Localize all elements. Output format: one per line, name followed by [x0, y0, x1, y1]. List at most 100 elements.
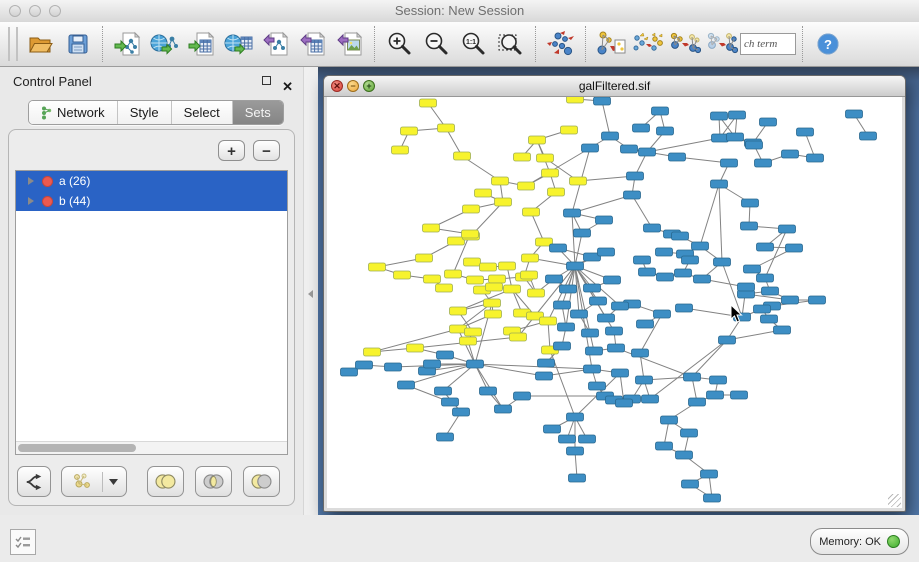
graph-node-blue[interactable] — [774, 326, 791, 334]
graph-node-blue[interactable] — [786, 244, 803, 252]
set-row[interactable]: b (44) — [16, 191, 287, 211]
graph-node-yellow[interactable] — [454, 152, 471, 160]
expander-icon[interactable] — [28, 197, 34, 205]
graph-node-blue[interactable] — [538, 359, 555, 367]
close-panel-icon[interactable]: ✕ — [282, 72, 293, 101]
graph-node-blue[interactable] — [480, 387, 497, 395]
graph-node-blue[interactable] — [676, 451, 693, 459]
graph-node-blue[interactable] — [467, 360, 484, 368]
graph-node-blue[interactable] — [554, 342, 571, 350]
graph-node-yellow[interactable] — [420, 99, 437, 107]
graph-node-yellow[interactable] — [486, 283, 503, 291]
graph-node-yellow[interactable] — [504, 285, 521, 293]
graph-node-blue[interactable] — [602, 132, 619, 140]
new-network-from-selection-button[interactable] — [592, 24, 629, 64]
graph-node-blue[interactable] — [559, 435, 576, 443]
graph-node-yellow[interactable] — [529, 136, 546, 144]
graph-node-yellow[interactable] — [416, 254, 433, 262]
graph-node-blue[interactable] — [567, 413, 584, 421]
graph-node-blue[interactable] — [689, 398, 706, 406]
frame-minimize-icon[interactable]: − — [347, 80, 359, 92]
tab-style[interactable]: Style — [118, 101, 172, 124]
graph-node-blue[interactable] — [633, 124, 650, 132]
graph-node-blue[interactable] — [560, 285, 577, 293]
graph-node-blue[interactable] — [746, 141, 763, 149]
graph-node-yellow[interactable] — [463, 205, 480, 213]
graph-node-blue[interactable] — [495, 405, 512, 413]
graph-node-blue[interactable] — [742, 199, 759, 207]
graph-node-blue[interactable] — [757, 243, 774, 251]
graph-node-blue[interactable] — [437, 351, 454, 359]
graph-node-blue[interactable] — [721, 159, 738, 167]
graph-node-blue[interactable] — [639, 148, 656, 156]
graph-node-blue[interactable] — [712, 134, 729, 142]
zoom-in-button[interactable] — [381, 24, 418, 64]
frame-resize-grip[interactable] — [888, 494, 901, 507]
graph-node-blue[interactable] — [692, 242, 709, 250]
graph-node-blue[interactable] — [711, 180, 728, 188]
graph-node-yellow[interactable] — [537, 154, 554, 162]
graph-node-blue[interactable] — [694, 275, 711, 283]
graph-node-blue[interactable] — [741, 222, 758, 230]
graph-node-blue[interactable] — [627, 172, 644, 180]
graph-node-blue[interactable] — [582, 329, 599, 337]
graph-node-blue[interactable] — [669, 153, 686, 161]
graph-node-blue[interactable] — [661, 416, 678, 424]
venn-union-button[interactable] — [147, 466, 184, 497]
sets-list[interactable]: a (26)b (44) — [15, 170, 288, 455]
graph-node-blue[interactable] — [797, 128, 814, 136]
graph-node-yellow[interactable] — [445, 270, 462, 278]
graph-node-blue[interactable] — [558, 323, 575, 331]
graph-node-blue[interactable] — [807, 154, 824, 162]
graph-node-blue[interactable] — [684, 373, 701, 381]
zoom-actual-size-button[interactable]: 1:1 — [455, 24, 492, 64]
graph-node-blue[interactable] — [714, 258, 731, 266]
graph-node-yellow[interactable] — [401, 127, 418, 135]
graph-node-blue[interactable] — [616, 399, 633, 407]
graph-node-blue[interactable] — [779, 225, 796, 233]
select-first-neighbors-button[interactable] — [629, 24, 666, 64]
set-row[interactable]: a (26) — [16, 171, 287, 191]
graph-node-blue[interactable] — [782, 296, 799, 304]
graph-node-blue[interactable] — [634, 256, 651, 264]
graph-node-blue[interactable] — [681, 429, 698, 437]
graph-node-blue[interactable] — [654, 310, 671, 318]
graph-node-blue[interactable] — [755, 159, 772, 167]
tab-select[interactable]: Select — [172, 101, 233, 124]
tab-sets[interactable]: Sets — [233, 101, 283, 124]
graph-node-blue[interactable] — [584, 365, 601, 373]
graph-node-yellow[interactable] — [392, 146, 409, 154]
import-table-file-button[interactable] — [183, 24, 220, 64]
graph-node-blue[interactable] — [636, 376, 653, 384]
graph-node-blue[interactable] — [598, 314, 615, 322]
graph-node-blue[interactable] — [719, 336, 736, 344]
create-set-from-network-button[interactable] — [61, 466, 127, 497]
graph-node-blue[interactable] — [782, 150, 799, 158]
graph-node-yellow[interactable] — [523, 208, 540, 216]
graph-node-blue[interactable] — [567, 447, 584, 455]
graph-node-yellow[interactable] — [570, 177, 587, 185]
graph-node-blue[interactable] — [744, 265, 761, 273]
network-frame[interactable]: ✕ − + galFiltered.sif — [323, 75, 906, 512]
graph-node-blue[interactable] — [398, 381, 415, 389]
graph-node-blue[interactable] — [672, 232, 689, 240]
graph-node-yellow[interactable] — [448, 237, 465, 245]
graph-node-blue[interactable] — [589, 382, 606, 390]
graph-node-blue[interactable] — [860, 132, 877, 140]
graph-node-blue[interactable] — [734, 313, 751, 321]
zoom-window-button[interactable] — [49, 5, 61, 17]
graph-node-yellow[interactable] — [521, 271, 538, 279]
graph-node-blue[interactable] — [656, 248, 673, 256]
graph-node-yellow[interactable] — [464, 258, 481, 266]
remove-set-button[interactable]: − — [253, 140, 280, 161]
graph-node-blue[interactable] — [598, 248, 615, 256]
venn-intersection-button[interactable] — [195, 466, 232, 497]
graph-node-blue[interactable] — [846, 110, 863, 118]
graph-node-blue[interactable] — [612, 302, 629, 310]
graph-node-blue[interactable] — [582, 144, 599, 152]
graph-node-blue[interactable] — [657, 127, 674, 135]
import-network-web-button[interactable] — [146, 24, 183, 64]
graph-node-yellow[interactable] — [475, 189, 492, 197]
graph-node-blue[interactable] — [644, 224, 661, 232]
graph-node-blue[interactable] — [590, 297, 607, 305]
